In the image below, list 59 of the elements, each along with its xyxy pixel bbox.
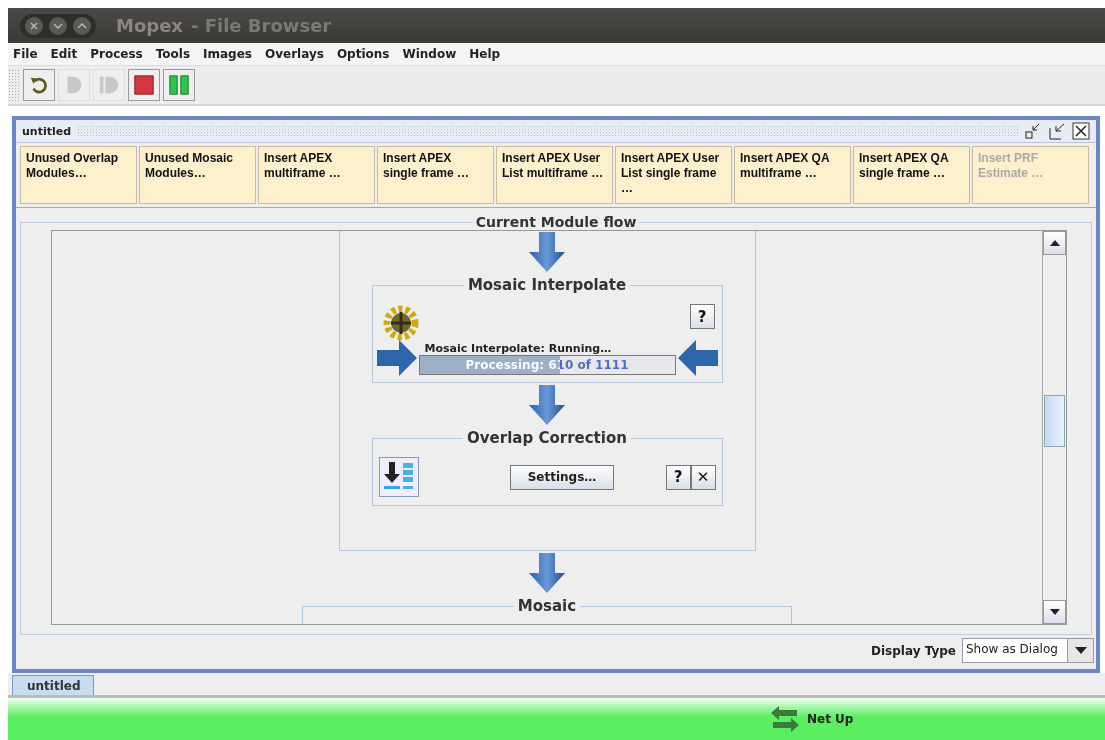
scroll-down-icon[interactable] — [1049, 609, 1060, 615]
module-title: Overlap Correction — [466, 429, 628, 447]
arrow-left-icon — [677, 340, 718, 376]
restore-icon[interactable] — [1048, 122, 1066, 140]
arrow-down-icon — [528, 385, 566, 425]
stop-button[interactable] — [128, 69, 160, 101]
menu-item[interactable]: File — [13, 47, 38, 61]
module-button[interactable]: Insert APEX User List single frame … — [615, 146, 732, 204]
arrow-down-icon — [528, 553, 566, 593]
module-button[interactable]: Unused Mosaic Modules… — [139, 146, 256, 204]
panel-title: Current Module flow — [474, 214, 638, 230]
pause-button[interactable] — [163, 69, 195, 101]
module-button[interactable]: Insert APEX QA multiframe … — [734, 146, 851, 204]
menu-item[interactable]: Process — [90, 47, 143, 61]
menu-item[interactable]: Tools — [155, 47, 191, 61]
display-type-dropdown[interactable]: Show as Dialog — [962, 638, 1094, 663]
scroll-up-icon[interactable] — [1049, 240, 1060, 246]
menu-item[interactable]: Window — [402, 47, 457, 61]
module-title: Mosaic Interpolate — [466, 276, 628, 294]
scroll-thumb[interactable] — [1044, 395, 1065, 447]
minimize-icon[interactable] — [48, 15, 68, 36]
close-icon[interactable] — [24, 15, 44, 36]
stop-icon — [133, 74, 155, 96]
iconify-icon[interactable] — [1024, 122, 1042, 140]
gear-icon — [382, 304, 419, 342]
menu-item[interactable]: Overlays — [265, 47, 324, 61]
module-button[interactable]: Insert APEX single frame … — [377, 146, 494, 204]
step-icon — [98, 74, 120, 96]
caret-icon — [1074, 647, 1087, 654]
module-button[interactable]: Insert APEX QA single frame … — [853, 146, 970, 204]
status-text: Net Up — [807, 712, 854, 726]
window-title: Mopex — [116, 15, 183, 36]
list-import-icon[interactable] — [378, 457, 419, 497]
menu-item[interactable]: Edit — [50, 47, 78, 61]
display-type-label: Display Type — [871, 643, 956, 658]
menu-item[interactable]: Help — [469, 47, 501, 61]
settings-button[interactable]: Settings… — [510, 464, 614, 490]
window-subtitle: - File Browser — [191, 15, 332, 36]
frame-title: untitled — [22, 124, 72, 138]
help-button[interactable]: ? — [665, 464, 691, 490]
module-button[interactable]: Insert APEX User List multiframe … — [496, 146, 613, 204]
status-text: Mosaic Interpolate: Running… — [423, 341, 613, 355]
transfer-arrows-icon — [771, 706, 799, 732]
scrollbar[interactable] — [1042, 231, 1066, 624]
help-button[interactable]: ? — [689, 304, 715, 329]
maximize-icon[interactable] — [72, 15, 92, 36]
pause-icon — [168, 74, 190, 96]
remove-button[interactable]: ✕ — [690, 464, 716, 490]
close-icon[interactable] — [1072, 122, 1090, 140]
module-title: Mosaic — [516, 597, 578, 615]
module-button[interactable]: Unused Overlap Modules… — [20, 146, 137, 204]
module-button[interactable]: Insert APEX multiframe … — [258, 146, 375, 204]
menu-item[interactable]: Options — [336, 47, 390, 61]
reset-button[interactable] — [23, 69, 55, 101]
arrow-down-icon — [528, 232, 566, 272]
menu-item[interactable]: Images — [203, 47, 252, 61]
arrow-right-icon — [376, 340, 417, 376]
toolbar-grip[interactable] — [8, 69, 20, 101]
document-tab[interactable]: untitled — [12, 675, 94, 695]
